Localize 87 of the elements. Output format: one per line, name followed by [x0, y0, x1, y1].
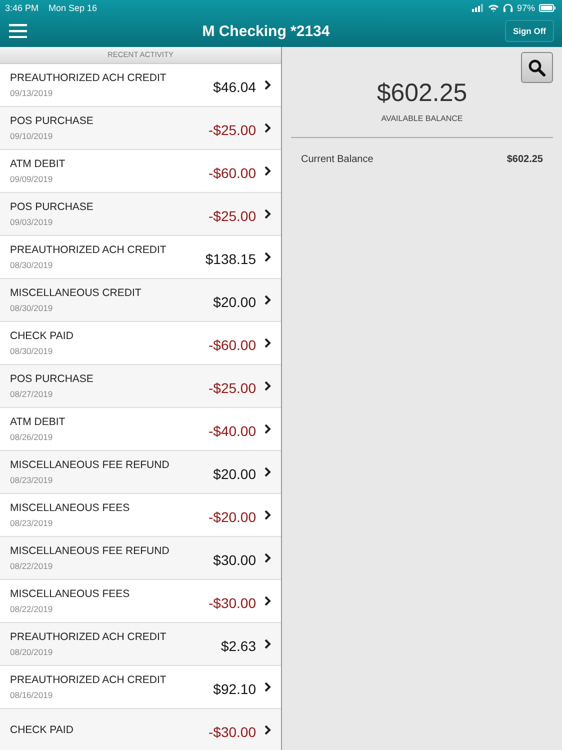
transaction-date: 08/23/2019: [10, 518, 54, 528]
transaction-amount: -$30.00: [208, 595, 256, 611]
transaction-amount: $20.00: [213, 466, 256, 482]
transaction-date: 08/27/2019: [10, 389, 54, 399]
transaction-title: MISCELLANEOUS CREDIT: [10, 287, 142, 299]
signal-icon: [472, 4, 484, 12]
current-balance-label: Current Balance: [301, 154, 374, 165]
chevron-icon: [264, 338, 271, 348]
transaction-date: 08/22/2019: [10, 561, 54, 571]
transaction-title: CHECK PAID: [10, 330, 74, 342]
chevron-icon: [264, 596, 271, 606]
transaction-row[interactable]: POS PURCHASE 09/03/2019 -$25.00: [0, 193, 281, 236]
transaction-row[interactable]: MISCELLANEOUS FEE REFUND 08/23/2019 $20.00: [0, 451, 281, 494]
transaction-amount: -$40.00: [208, 423, 256, 439]
transaction-title: CHECK PAID: [10, 724, 74, 736]
transaction-amount: $20.00: [213, 294, 256, 310]
chevron-icon: [264, 166, 271, 176]
transaction-amount: $138.15: [205, 251, 256, 267]
transaction-date: 08/23/2019: [10, 475, 54, 485]
transaction-title: PREAUTHORIZED ACH CREDIT: [10, 72, 168, 84]
transaction-date: 08/16/2019: [10, 690, 54, 700]
transaction-date: 08/30/2019: [10, 260, 54, 270]
transaction-amount: -$25.00: [208, 208, 256, 224]
chevron-icon: [264, 295, 271, 305]
chevron-icon: [264, 424, 271, 434]
transaction-title: PREAUTHORIZED ACH CREDIT: [10, 674, 168, 686]
chevron-icon: [264, 209, 271, 219]
transaction-amount: $46.04: [213, 79, 256, 95]
transaction-title: ATM DEBIT: [10, 416, 66, 428]
chevron-icon: [264, 510, 271, 520]
transaction-row[interactable]: POS PURCHASE 09/10/2019 -$25.00: [0, 107, 281, 150]
battery-percent: 97%: [516, 2, 535, 12]
wifi-icon: [488, 4, 499, 12]
transaction-row[interactable]: MISCELLANEOUS FEE REFUND 08/22/2019 $30.00: [0, 537, 281, 580]
transaction-amount: $92.10: [213, 681, 256, 697]
current-balance: $602.25: [506, 154, 543, 165]
transaction-row[interactable]: PREAUTHORIZED ACH CREDIT 08/20/2019 $2.63: [0, 623, 281, 666]
transaction-date: 08/26/2019: [10, 432, 54, 442]
sign-off-button[interactable]: Sign Off: [504, 20, 554, 42]
transaction-amount: -$25.00: [208, 380, 256, 396]
transaction-title: ATM DEBIT: [10, 158, 66, 170]
chevron-icon: [264, 553, 271, 563]
transaction-title: MISCELLANEOUS FEE REFUND: [10, 545, 170, 557]
transaction-title: MISCELLANEOUS FEE REFUND: [10, 459, 170, 471]
transaction-amount: -$60.00: [208, 337, 256, 353]
transaction-date: 08/30/2019: [10, 346, 54, 356]
transaction-title: PREAUTHORIZED ACH CREDIT: [10, 631, 168, 643]
transaction-amount: -$25.00: [208, 122, 256, 138]
transaction-date: 09/13/2019: [10, 88, 54, 98]
chevron-icon: [264, 123, 271, 133]
transaction-title: MISCELLANEOUS FEES: [10, 502, 131, 514]
chevron-icon: [264, 682, 271, 692]
transaction-date: 08/30/2019: [10, 303, 54, 313]
search-button[interactable]: [521, 52, 553, 83]
chevron-icon: [264, 467, 271, 477]
status-date: Mon Sep 16: [48, 2, 98, 12]
transaction-amount: -$30.00: [208, 724, 256, 740]
chevron-icon: [264, 381, 271, 391]
transaction-title: PREAUTHORIZED ACH CREDIT: [10, 244, 168, 256]
transaction-row[interactable]: CHECK PAID -$30.00: [0, 709, 281, 750]
headphones-icon: [502, 4, 513, 12]
available-balance-label: AVAILABLE BALANCE: [291, 114, 553, 138]
transaction-row[interactable]: MISCELLANEOUS CREDIT 08/30/2019 $20.00: [0, 279, 281, 322]
available-balance: $602.25: [376, 79, 468, 108]
chevron-icon: [264, 725, 271, 735]
chevron-icon: [264, 80, 271, 90]
menu-icon[interactable]: [9, 24, 27, 38]
transaction-amount: $2.63: [220, 638, 256, 654]
battery-icon: [539, 4, 556, 12]
transaction-date: 09/09/2019: [10, 174, 54, 184]
transaction-row[interactable]: POS PURCHASE 08/27/2019 -$25.00: [0, 365, 281, 408]
transaction-date: 08/22/2019: [10, 604, 54, 614]
transaction-amount: -$20.00: [208, 509, 256, 525]
transaction-title: POS PURCHASE: [10, 115, 94, 127]
transaction-amount: -$60.00: [208, 165, 256, 181]
chevron-icon: [264, 639, 271, 649]
screen-title: M Checking *2134: [201, 22, 331, 40]
search-icon: [528, 58, 546, 76]
transaction-date: 09/10/2019: [10, 131, 54, 141]
chevron-icon: [264, 252, 271, 262]
transaction-date: 09/03/2019: [10, 217, 54, 227]
transaction-title: MISCELLANEOUS FEES: [10, 588, 131, 600]
transaction-title: POS PURCHASE: [10, 373, 94, 385]
transaction-amount: $30.00: [213, 552, 256, 568]
status-time: 3:46 PM: [5, 2, 39, 12]
transaction-title: POS PURCHASE: [10, 201, 94, 213]
transaction-date: 08/20/2019: [10, 647, 54, 657]
